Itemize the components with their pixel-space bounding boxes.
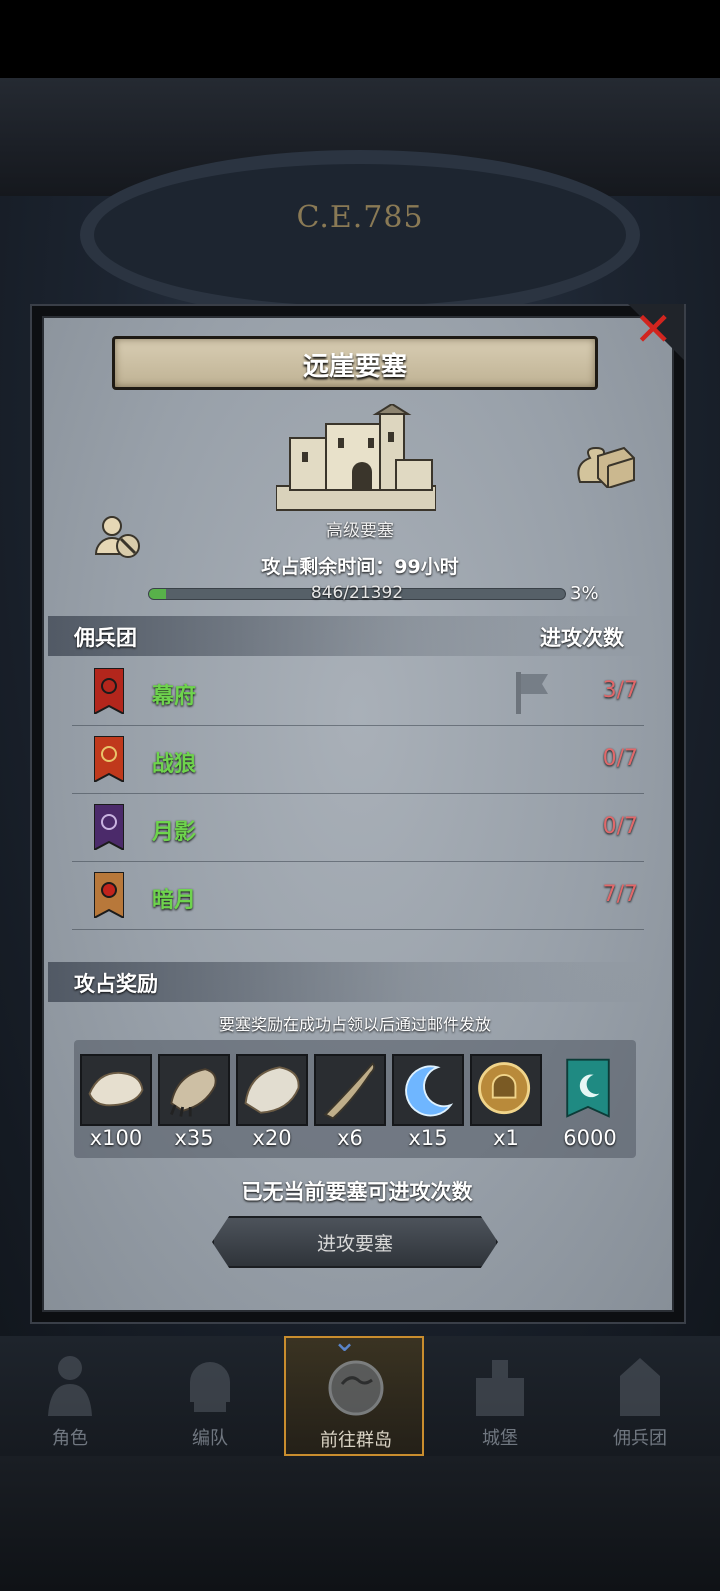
mercenary-name: 月影 (152, 820, 197, 845)
warwolf-banner-icon (94, 736, 124, 782)
nav-tab-mercenary[interactable]: 佣兵团 (570, 1336, 710, 1456)
golden-helmet-icon (470, 1054, 542, 1126)
era-label: C.E.785 (296, 200, 424, 235)
fur-pelt-icon (80, 1054, 152, 1126)
mercenary-name: 幕府 (152, 684, 197, 709)
attack-fortress-label[interactable]: 进攻要塞 (212, 1229, 498, 1256)
attempt-count: 7/7 (602, 882, 638, 907)
chevron-down-icon: ⌄ (332, 1324, 358, 1359)
nav-tab-character[interactable]: 角色 (0, 1336, 140, 1456)
reward-item[interactable]: x1 (470, 1054, 542, 1150)
reward-note: 要塞奖励在成功占领以后通过邮件发放 (218, 1015, 491, 1034)
reward-item[interactable]: x20 (236, 1054, 308, 1150)
mercenary-header: 佣兵团 (74, 626, 137, 650)
reward-item[interactable]: 6000 (554, 1054, 626, 1150)
mercenary-row[interactable]: 月影 0/7 (72, 794, 644, 862)
darkmoon-banner-icon (94, 872, 124, 918)
mercenary-row[interactable]: 暗月 7/7 (72, 862, 644, 930)
era-clock-dial (80, 150, 640, 320)
mercenary-row[interactable]: 幕府 3/7 (72, 658, 644, 726)
supply-crate-icon[interactable] (574, 442, 636, 488)
attempt-count: 0/7 (602, 746, 638, 771)
reward-item[interactable]: x6 (314, 1054, 386, 1150)
bottom-area (0, 1456, 720, 1591)
attack-flag-icon (516, 672, 548, 714)
nav-label: 城堡 (482, 1428, 518, 1449)
progress-value: 846/21392 (310, 583, 404, 603)
close-icon[interactable]: ✕ (634, 306, 673, 352)
shogunate-banner-icon (94, 668, 124, 714)
nav-label: 佣兵团 (613, 1428, 667, 1449)
attempts-header: 进攻次数 (540, 626, 624, 650)
reward-item[interactable]: x35 (158, 1054, 230, 1150)
status-message: 已无当前要塞可进攻次数 (241, 1180, 473, 1204)
progress-percent: 3% (570, 583, 599, 604)
fortress-icon (276, 404, 436, 511)
status-bar-area (0, 0, 720, 78)
modal-title: 远崖要塞 (302, 352, 407, 382)
moonshadow-banner-icon (94, 804, 124, 850)
teal-banner-icon (554, 1054, 626, 1126)
nav-tab-castle[interactable]: 城堡 (430, 1336, 570, 1456)
white-pelt-icon (236, 1054, 308, 1126)
knight-icon (48, 1356, 92, 1416)
nav-tab-formation[interactable]: 编队 (140, 1336, 280, 1456)
nav-label: 编队 (192, 1428, 228, 1449)
globe-icon (328, 1360, 384, 1416)
blue-crescent-icon (392, 1054, 464, 1126)
nav-label: 前往群岛 (320, 1430, 392, 1451)
attempt-count: 0/7 (602, 814, 638, 839)
reward-item[interactable]: x15 (392, 1054, 464, 1150)
mercenary-name: 暗月 (152, 888, 197, 913)
attempt-count: 3/7 (602, 678, 638, 703)
reward-item[interactable]: x100 (80, 1054, 152, 1150)
reward-qty: 6000 (563, 1126, 617, 1150)
mercenary-icon (620, 1358, 660, 1416)
nav-label: 角色 (52, 1428, 88, 1449)
mercenary-name: 战狼 (152, 752, 197, 777)
reward-header: 攻占奖励 (74, 972, 158, 996)
helmet-icon (190, 1362, 230, 1412)
beast-claw-icon (158, 1054, 230, 1126)
capture-timer: 攻占剩余时间：99小时 (261, 556, 459, 578)
horn-icon (314, 1054, 386, 1126)
mercenary-row[interactable]: 战狼 0/7 (72, 726, 644, 794)
castle-icon (476, 1360, 524, 1416)
